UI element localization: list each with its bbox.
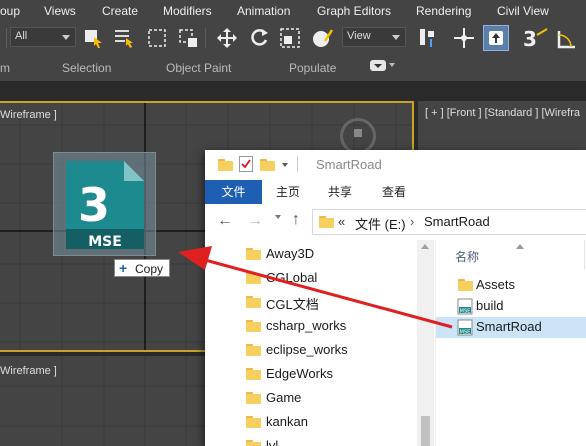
drag-direction-arrow: [178, 246, 453, 329]
